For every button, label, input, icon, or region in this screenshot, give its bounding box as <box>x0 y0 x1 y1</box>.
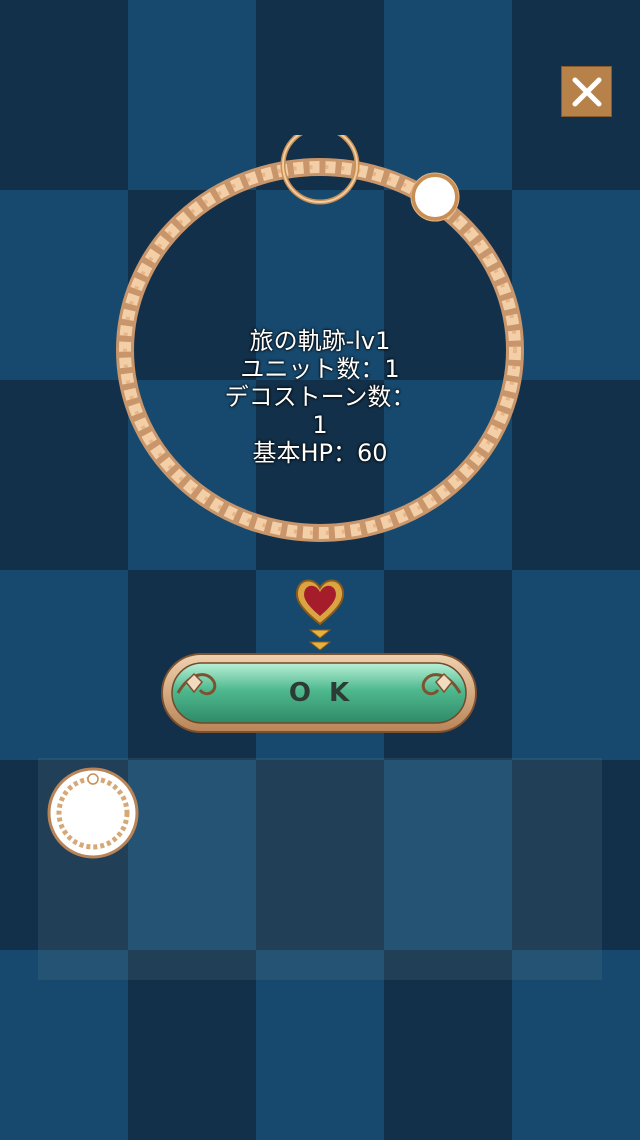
close-x-icon <box>572 77 601 106</box>
close-button[interactable] <box>561 66 612 117</box>
decostone-count-value: 1 <box>312 411 328 439</box>
bracelet-slot[interactable] <box>47 767 139 859</box>
decostone-count-label: デコストーン数： <box>224 383 416 411</box>
ok-button[interactable]: OK <box>160 652 478 734</box>
bracelet-name: 旅の軌跡-lv1 <box>249 327 391 355</box>
unit-count: ユニット数：1 <box>240 355 400 383</box>
bracelet-info: 旅の軌跡-lv1 ユニット数：1 デコストーン数： 1 基本HP：60 <box>160 327 480 467</box>
heart-icon <box>295 579 345 651</box>
base-hp: 基本HP：60 <box>252 439 388 467</box>
